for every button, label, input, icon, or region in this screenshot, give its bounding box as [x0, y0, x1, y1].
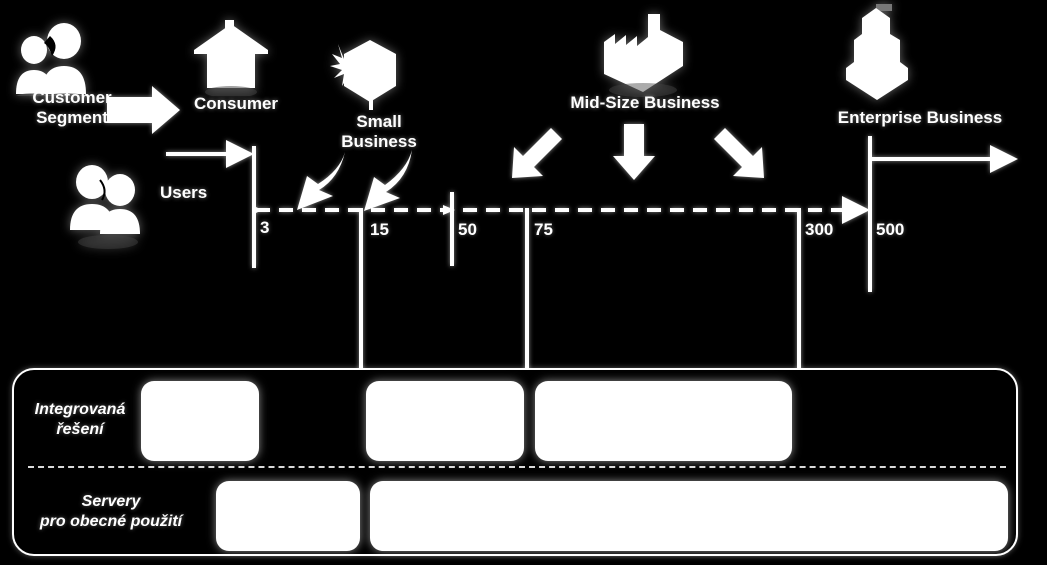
- arrow-small-business-left: [297, 152, 345, 210]
- tick-label-3: 3: [260, 218, 270, 237]
- arrow-midsize-center: [613, 124, 655, 180]
- user-group-icon: [62, 160, 154, 252]
- integrated-solution-box-3[interactable]: [535, 381, 792, 461]
- general-purpose-server-box-1[interactable]: [216, 481, 360, 551]
- general-purpose-server-box-2[interactable]: [370, 481, 1008, 551]
- tick-label-50: 50: [458, 220, 477, 239]
- tick-label-75: 75: [534, 220, 553, 239]
- arrow-customer-to-consumer: [107, 86, 180, 134]
- arrow-midsize-right: [714, 128, 764, 178]
- diagram-canvas: Customer Segment Consumer Small Business…: [0, 0, 1047, 565]
- tick-label-500: 500: [876, 220, 905, 239]
- arrow-small-business-right: [364, 150, 412, 211]
- panel-row-divider: [28, 466, 1006, 468]
- tick-label-300: 300: [805, 220, 834, 239]
- tick-label-15: 15: [370, 220, 389, 239]
- integrated-solution-box-1[interactable]: [141, 381, 259, 461]
- integrated-solution-box-2[interactable]: [366, 381, 524, 461]
- axis-start-arrowhead: [252, 205, 262, 215]
- row-label-general-purpose-servers: Servery pro obecné použití: [39, 493, 183, 530]
- arrow-midsize-left: [512, 128, 562, 178]
- row-label-integrated-solutions: Integrovaná řešení: [34, 401, 126, 438]
